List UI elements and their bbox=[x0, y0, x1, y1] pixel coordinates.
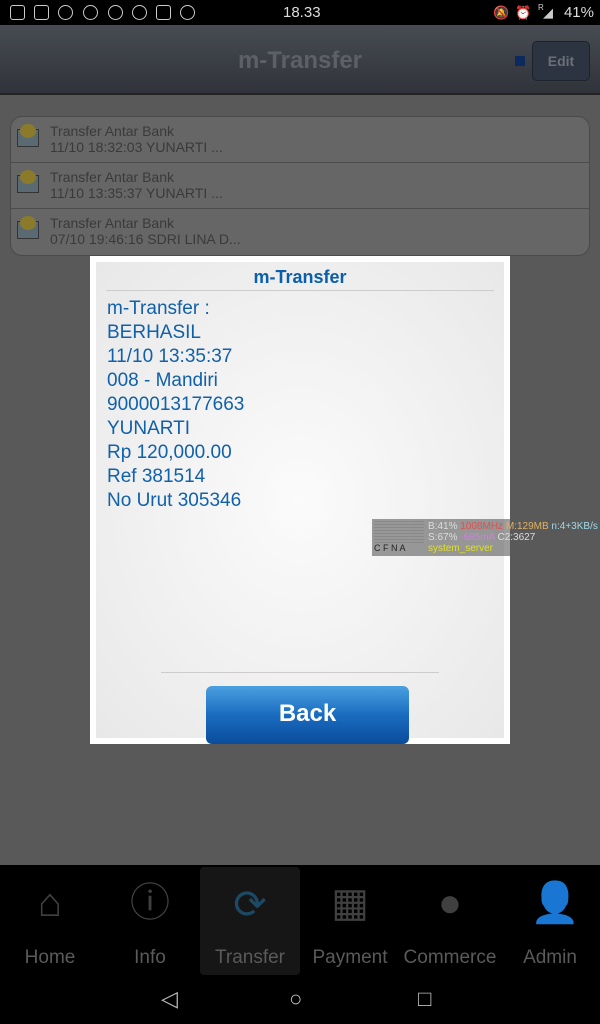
app-header: m-Transfer Edit bbox=[0, 25, 600, 95]
message-line: Ref 381514 bbox=[107, 466, 206, 487]
battery-stat: B:41% bbox=[428, 521, 458, 532]
envelope-icon bbox=[17, 124, 39, 147]
envelope-icon bbox=[17, 170, 39, 193]
transfer-list: Transfer Antar Bank 11/10 18:32:03 YUNART… bbox=[10, 116, 590, 256]
payment-icon: ▦ bbox=[331, 881, 369, 925]
home-icon: ⌂ bbox=[37, 881, 63, 925]
result-dialog: m-Transfer m-Transfer : BERHASIL 11/10 1… bbox=[90, 256, 510, 744]
cpu-freq: 1008MHz bbox=[460, 521, 504, 532]
mute-icon: 🔕 bbox=[493, 5, 510, 20]
nav-home[interactable]: ⌂ Home bbox=[0, 865, 100, 975]
message-line: YUNARTI bbox=[107, 418, 191, 439]
transfer-icon: ⟳ bbox=[233, 883, 267, 927]
item-subtitle: 11/10 18:32:03 YUNARTI ... bbox=[50, 139, 223, 155]
app-badge-icon bbox=[58, 5, 73, 20]
nav-label: Payment bbox=[312, 947, 388, 968]
monitor-bars-icon: C F N A bbox=[374, 521, 424, 554]
back-nav-icon[interactable]: ◁ bbox=[161, 986, 178, 1012]
monitor-text: B:41% 1008MHz M:129MB n:4+3KB/s S:67% -6… bbox=[428, 521, 598, 554]
recents-nav-icon[interactable]: □ bbox=[418, 986, 431, 1012]
hotspot-icon bbox=[108, 5, 123, 20]
gallery-icon bbox=[10, 5, 25, 20]
chat-icon bbox=[83, 5, 98, 20]
line-icon bbox=[132, 5, 147, 20]
nav-payment[interactable]: ▦ Payment bbox=[300, 865, 400, 975]
message-line: 008 - Mandiri bbox=[107, 370, 218, 391]
message-line: Rp 120,000.00 bbox=[107, 442, 232, 463]
message-line: No Urut 305346 bbox=[107, 490, 242, 511]
memory-stat: M:129MB bbox=[505, 521, 549, 532]
admin-icon: 👤 bbox=[530, 881, 580, 925]
nav-commerce[interactable]: ● Commerce bbox=[400, 865, 500, 975]
item-title: Transfer Antar Bank bbox=[50, 123, 174, 139]
edit-button[interactable]: Edit bbox=[532, 41, 590, 81]
bottom-nav: ⌂ Home ⓘ Info ⟳ Transfer ▦ Payment ● Commerce… bbox=[0, 865, 600, 975]
process-name: system_server bbox=[428, 543, 494, 554]
message-line: BERHASIL bbox=[107, 322, 201, 343]
back-button[interactable]: Back bbox=[206, 686, 409, 744]
dialog-title: m-Transfer bbox=[253, 267, 347, 287]
commerce-icon: ● bbox=[437, 881, 463, 925]
system-monitor-overlay: C F N A B:41% 1008MHz M:129MB n:4+3KB/s … bbox=[372, 519, 600, 556]
current-stat: -685mA bbox=[460, 532, 495, 543]
item-title: Transfer Antar Bank bbox=[50, 215, 174, 231]
nav-label: Admin bbox=[523, 947, 577, 968]
network-stat: n:4+3KB/s bbox=[551, 521, 598, 532]
facebook-icon bbox=[156, 5, 171, 20]
home-nav-icon[interactable]: ○ bbox=[289, 986, 302, 1012]
item-title: Transfer Antar Bank bbox=[50, 169, 174, 185]
nav-label: Home bbox=[24, 947, 76, 968]
nav-transfer[interactable]: ⟳ Transfer bbox=[200, 867, 300, 975]
page-title: m-Transfer bbox=[237, 47, 363, 74]
list-item[interactable]: Transfer Antar Bank 07/10 19:46:16 SDRI L… bbox=[11, 209, 589, 255]
battery-level: 41% bbox=[563, 4, 594, 21]
clock: 18.33 bbox=[283, 4, 321, 21]
message-line: 9000013177663 bbox=[107, 394, 245, 415]
system-nav-bar: ◁ ○ □ bbox=[0, 975, 600, 1024]
dialog-message: m-Transfer : BERHASIL 11/10 13:35:37 008… bbox=[107, 297, 244, 513]
c2-stat: C2:3627 bbox=[497, 532, 536, 543]
nav-info[interactable]: ⓘ Info bbox=[100, 865, 200, 975]
nav-label: Transfer bbox=[214, 947, 286, 968]
divider bbox=[161, 672, 439, 673]
item-subtitle: 07/10 19:46:16 SDRI LINA D... bbox=[50, 231, 241, 247]
message-line: 11/10 13:35:37 bbox=[107, 346, 233, 367]
item-subtitle: 11/10 13:35:37 YUNARTI ... bbox=[50, 185, 223, 201]
status-bar: 18.33 🔕 ⏰ R ◢ 41% bbox=[0, 0, 600, 25]
list-item[interactable]: Transfer Antar Bank 11/10 18:32:03 YUNART… bbox=[11, 117, 589, 163]
nav-admin[interactable]: 👤 Admin bbox=[500, 865, 600, 975]
list-item[interactable]: Transfer Antar Bank 11/10 13:35:37 YUNART… bbox=[11, 163, 589, 209]
alarm-icon: ⏰ bbox=[515, 5, 532, 20]
nav-label: Commerce bbox=[403, 947, 497, 968]
settings-badge-icon bbox=[180, 5, 195, 20]
envelope-icon bbox=[17, 216, 39, 239]
info-icon: ⓘ bbox=[130, 881, 170, 925]
storage-stat: S:67% bbox=[428, 532, 458, 543]
indicator-icon bbox=[515, 56, 525, 66]
message-line: m-Transfer : bbox=[107, 298, 210, 319]
nav-label: Info bbox=[134, 947, 166, 968]
bar-labels: C F N A bbox=[374, 543, 406, 553]
divider bbox=[106, 290, 494, 291]
signal-icon: ◢ bbox=[543, 5, 553, 20]
mosque-app-icon bbox=[34, 5, 49, 20]
